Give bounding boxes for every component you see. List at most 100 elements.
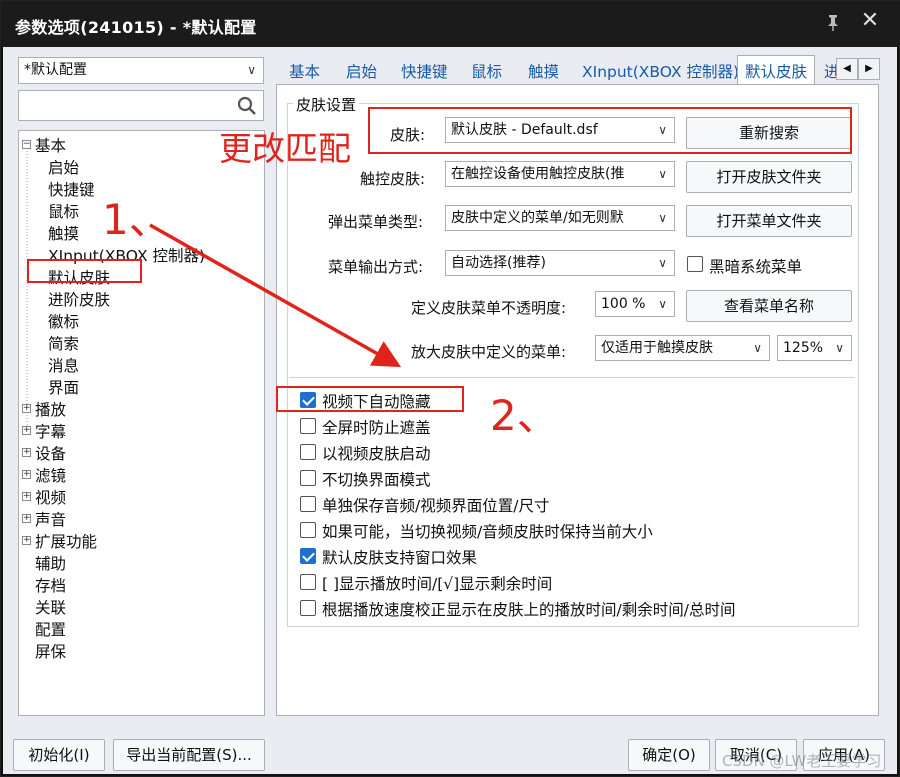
tree-item[interactable]: 字幕 xyxy=(35,420,66,442)
option-label: 根据播放速度校正显示在皮肤上的播放时间/剩余时间/总时间 xyxy=(322,601,736,619)
expand-icon[interactable]: + xyxy=(22,536,31,545)
open-skin-folder-button[interactable]: 打开皮肤文件夹 xyxy=(686,161,852,193)
dark-menu-label: 黑暗系统菜单 xyxy=(709,258,803,276)
option-label: 默认皮肤支持窗口效果 xyxy=(322,549,478,567)
enlarge-menu-select[interactable]: 仅适用于触摸皮肤 ∨ xyxy=(595,335,770,361)
chevron-down-icon: ∨ xyxy=(753,341,762,355)
chevron-down-icon: ∨ xyxy=(835,341,844,355)
tree-item[interactable]: 存档 xyxy=(35,574,66,596)
pin-icon[interactable] xyxy=(823,12,843,32)
tree-item[interactable]: 鼠标 xyxy=(48,200,79,222)
tree-item[interactable]: 快捷键 xyxy=(48,178,95,200)
group-title: 皮肤设置 xyxy=(293,94,360,115)
tab-scroll-left-icon[interactable]: ◀ xyxy=(836,58,858,80)
tab-startup[interactable]: 启始 xyxy=(346,60,377,82)
option-checkbox[interactable] xyxy=(300,600,316,616)
tab-touch[interactable]: 触摸 xyxy=(528,60,559,82)
tree-item[interactable]: 基本 xyxy=(35,134,66,156)
view-menu-names-button[interactable]: 查看菜单名称 xyxy=(686,290,852,322)
tree-item[interactable]: 滤镜 xyxy=(35,464,66,486)
tree-item[interactable]: 启始 xyxy=(48,156,79,178)
enlarge-percent-select[interactable]: 125% ∨ xyxy=(777,335,852,361)
expand-icon[interactable]: + xyxy=(22,404,31,413)
menu-output-label: 菜单输出方式: xyxy=(328,258,424,276)
annotation-text-change: 更改匹配 xyxy=(219,129,351,168)
expand-icon[interactable]: + xyxy=(22,448,31,457)
window-title: 参数选项(241015) - *默认配置 xyxy=(15,18,257,37)
annotation-box-skin xyxy=(368,107,852,154)
search-input[interactable] xyxy=(23,95,228,117)
close-icon[interactable]: ✕ xyxy=(857,9,883,35)
chevron-down-icon: ∨ xyxy=(658,167,667,181)
opacity-label: 定义皮肤菜单不透明度: xyxy=(411,299,567,317)
divider xyxy=(289,377,855,378)
popup-menu-label: 弹出菜单类型: xyxy=(328,213,424,231)
option-checkbox[interactable] xyxy=(300,522,316,538)
opacity-select[interactable]: 100 % ∨ xyxy=(595,291,675,317)
profile-select[interactable]: *默认配置 ∨ xyxy=(18,57,264,84)
collapse-icon[interactable]: − xyxy=(22,140,31,149)
ok-button[interactable]: 确定(O) xyxy=(628,739,710,771)
export-config-button[interactable]: 导出当前配置(S)... xyxy=(113,739,265,771)
profile-select-value: *默认配置 xyxy=(24,62,87,78)
enlarge-menu-select-value: 仅适用于触摸皮肤 xyxy=(601,340,713,356)
chevron-down-icon: ∨ xyxy=(658,297,667,311)
title-bar: 参数选项(241015) - *默认配置 ✕ xyxy=(1,1,900,47)
tree-item[interactable]: 屏保 xyxy=(35,640,66,662)
popup-menu-select-value: 皮肤中定义的菜单/如无则默 xyxy=(451,210,624,226)
option-label: 不切换界面模式 xyxy=(322,471,431,489)
touch-skin-select-value: 在触控设备使用触控皮肤(推 xyxy=(451,166,625,182)
chevron-down-icon: ∨ xyxy=(247,63,256,77)
tab-xinput[interactable]: XInput(XBOX 控制器) xyxy=(582,60,739,82)
tab-scroll-right-icon[interactable]: ▶ xyxy=(858,58,880,80)
popup-menu-select[interactable]: 皮肤中定义的菜单/如无则默 ∨ xyxy=(445,205,675,231)
annotation-box-tree xyxy=(27,259,142,283)
search-icon[interactable] xyxy=(237,96,257,116)
option-label: [ ]显示播放时间/[√]显示剩余时间 xyxy=(322,575,553,593)
opacity-select-value: 100 % xyxy=(601,296,646,312)
option-checkbox[interactable] xyxy=(300,470,316,486)
tab-bar: 基本 启始 快捷键 鼠标 触摸 XInput(XBOX 控制器) 默认皮肤 进 xyxy=(280,55,880,85)
tree-item[interactable]: 扩展功能 xyxy=(35,530,97,552)
option-checkbox[interactable] xyxy=(300,418,316,434)
tab-basic[interactable]: 基本 xyxy=(289,60,320,82)
touch-skin-select[interactable]: 在触控设备使用触控皮肤(推 ∨ xyxy=(445,161,675,187)
tree-item[interactable]: 设备 xyxy=(35,442,66,464)
expand-icon[interactable]: + xyxy=(22,470,31,479)
annotation-step-1: 1、 xyxy=(102,195,171,244)
tree-item[interactable]: 界面 xyxy=(48,376,79,398)
option-checkbox[interactable] xyxy=(300,496,316,512)
init-button[interactable]: 初始化(I) xyxy=(13,739,105,771)
option-checkbox[interactable] xyxy=(300,444,316,460)
chevron-down-icon: ∨ xyxy=(658,256,667,270)
tab-hotkeys[interactable]: 快捷键 xyxy=(401,60,448,82)
menu-output-select-value: 自动选择(推荐) xyxy=(451,255,546,271)
tree-item[interactable]: 声音 xyxy=(35,508,66,530)
option-checkbox[interactable] xyxy=(300,548,316,564)
tree-item[interactable]: 辅助 xyxy=(35,552,66,574)
menu-output-select[interactable]: 自动选择(推荐) ∨ xyxy=(445,250,675,276)
option-label: 以视频皮肤启动 xyxy=(322,445,431,463)
dark-menu-checkbox[interactable] xyxy=(687,256,703,272)
tree-item[interactable]: 徽标 xyxy=(48,310,79,332)
annotation-step-2: 2、 xyxy=(490,391,559,440)
tree-item[interactable]: 消息 xyxy=(48,354,79,376)
tree-item[interactable]: 视频 xyxy=(35,486,66,508)
enlarge-percent-select-value: 125% xyxy=(783,340,824,356)
tree-item[interactable]: 触摸 xyxy=(48,222,79,244)
enlarge-menu-label: 放大皮肤中定义的菜单: xyxy=(411,343,567,361)
tab-mouse[interactable]: 鼠标 xyxy=(471,60,502,82)
open-menu-folder-button[interactable]: 打开菜单文件夹 xyxy=(686,205,852,237)
tree-item[interactable]: 简索 xyxy=(48,332,79,354)
option-label: 单独保存音频/视频界面位置/尺寸 xyxy=(322,497,550,515)
option-checkbox[interactable] xyxy=(300,574,316,590)
expand-icon[interactable]: + xyxy=(22,514,31,523)
tree-item[interactable]: 进阶皮肤 xyxy=(48,288,110,310)
tree-item[interactable]: 关联 xyxy=(35,596,66,618)
expand-icon[interactable]: + xyxy=(22,426,31,435)
annotation-box-checkbox xyxy=(276,386,464,412)
tree-item[interactable]: 播放 xyxy=(35,398,66,420)
expand-icon[interactable]: + xyxy=(22,492,31,501)
tab-default-skin[interactable]: 默认皮肤 xyxy=(737,55,816,85)
tree-item[interactable]: 配置 xyxy=(35,618,66,640)
